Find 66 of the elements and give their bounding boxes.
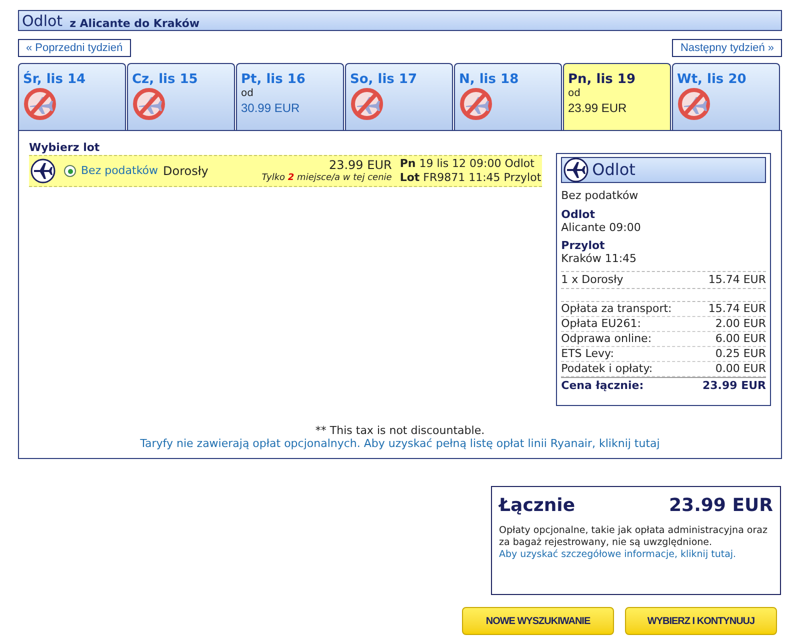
no-flight-icon (677, 87, 711, 121)
day-label: Cz, lis 15 (132, 72, 199, 87)
fare-price: 23.99 EUR (328, 158, 392, 172)
no-flight-icon (132, 87, 166, 121)
action-button[interactable]: WYBIERZ I KONTYNUUJ (625, 607, 777, 635)
total-label: Cena łącznie: (561, 378, 644, 393)
header-title: Odlot (22, 14, 63, 29)
day-label: Pn, lis 19 (568, 72, 637, 87)
tax-footnote: ** This tax is not discountable. (315, 424, 485, 437)
previous-week-button[interactable]: « Poprzedni tydzień (18, 39, 131, 57)
fare-radio[interactable] (64, 165, 76, 177)
day-tab[interactable]: Pt, lis 16 od 30.99 EUR (236, 63, 344, 130)
fee-value: 0.00 EUR (715, 362, 766, 376)
route-text: z Alicante do Kraków (70, 18, 200, 29)
day-price: 23.99 EUR (568, 100, 628, 116)
passenger-type: Dorosły (163, 163, 208, 180)
day-price: 30.99 EUR (241, 100, 301, 116)
section-heading: Wybierz lot (29, 141, 101, 155)
grand-total: 23.99 EUR (669, 495, 773, 517)
departure-label: Odlot (561, 208, 596, 221)
from-label: od (568, 88, 582, 100)
fare-link[interactable]: Bez podatków (81, 162, 158, 180)
fee-value: 2.00 EUR (715, 317, 766, 331)
fee-label: Podatek i opłaty: (561, 362, 653, 376)
day-label: Śr, lis 14 (23, 72, 87, 87)
day-label: Pt, lis 16 (241, 72, 306, 87)
plane-icon (563, 157, 590, 183)
fee-value: 6.00 EUR (715, 332, 766, 346)
day-label: Wt, lis 20 (677, 72, 748, 87)
action-button[interactable]: NOWE WYSZUKIWANIE (462, 607, 614, 635)
total-value: 23.99 EUR (702, 378, 766, 393)
day-tab[interactable]: Pn, lis 19 od 23.99 EUR (563, 63, 671, 130)
day-tab[interactable]: Cz, lis 15 (127, 63, 235, 130)
no-flight-icon (459, 87, 493, 121)
summary-title: Odlot (592, 159, 636, 181)
fee-label: Opłata za transport: (561, 302, 672, 316)
day-label: N, lis 18 (459, 72, 520, 87)
day-tab[interactable]: N, lis 18 (454, 63, 562, 130)
no-flight-icon (23, 87, 57, 121)
fee-label: Opłata EU261: (561, 317, 641, 331)
seats-note: Tylko 2 miejsce/a w tej cenie (262, 172, 392, 184)
total-heading: Łącznie (499, 495, 576, 517)
departure-value: Alicante 09:00 (561, 221, 642, 235)
fee-label: Odprawa online: (561, 332, 652, 346)
passenger-label: 1 x Dorosły (561, 273, 624, 287)
fees-link[interactable]: Taryfy nie zawierają opłat opcjonalnych. Aby uzyskać pełną listę opłat linii Ryanair, kliknij tutaj (140, 437, 660, 450)
fee-label: ETS Levy: (561, 347, 614, 361)
day-tab[interactable]: Śr, lis 14 (18, 63, 126, 130)
from-label: od (241, 88, 254, 100)
passenger-value: 15.74 EUR (708, 273, 766, 287)
details-link[interactable]: Aby uzyskać szczegółowe informacje, kliknij tutaj. (499, 549, 773, 561)
next-week-button[interactable]: Następny tydzień » (672, 39, 782, 57)
flight-row[interactable]: Bez podatków Dorosły 23.99 EUR Tylko 2 miejsce/a w tej cenie Pn 19 lis 12 09:00 Odlot Lot FR9871 11:45 Przylot (29, 155, 542, 187)
arrival-value: Kraków 11:45 (561, 252, 638, 266)
optional-fees-text: Opłaty opcjonalne, takie jak opłata administracyjna oraz za bagaż rejestrowany, nie są uwzględnione. (499, 525, 768, 549)
plane-icon (30, 158, 56, 184)
fee-value: 15.74 EUR (708, 302, 766, 316)
arrival-label: Przylot (561, 239, 606, 252)
day-label: So, lis 17 (350, 72, 418, 87)
day-tab[interactable]: So, lis 17 (345, 63, 453, 130)
departure-info: Pn 19 lis 12 09:00 Odlot (400, 157, 536, 171)
fee-value: 0.25 EUR (715, 347, 766, 361)
flight-info: Lot FR9871 11:45 Przylot (400, 171, 542, 185)
fare-name: Bez podatków (561, 189, 640, 203)
no-flight-icon (350, 87, 384, 121)
day-tab[interactable]: Wt, lis 20 (672, 63, 780, 130)
